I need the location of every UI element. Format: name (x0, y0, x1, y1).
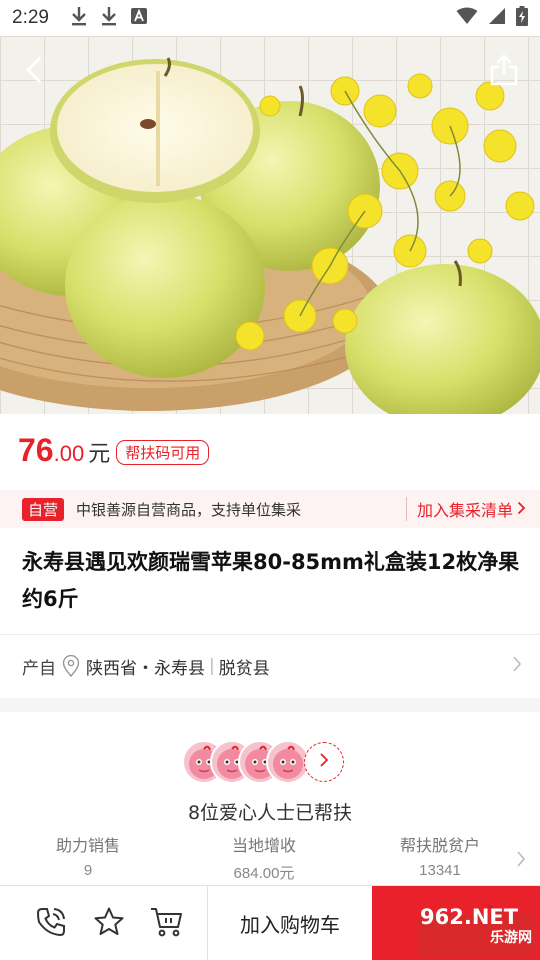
stat-label: 帮扶脱贫户 (399, 836, 480, 855)
self-operated-notice: 自营 中银善源自营商品，支持单位集采 加入集采清单 (0, 490, 540, 528)
supporter-avatars[interactable] (182, 740, 344, 784)
section-gap (0, 698, 540, 712)
status-bar: 2:29 (0, 0, 540, 36)
origin-label: 产自 (22, 658, 56, 679)
price-unit: 元 (88, 442, 111, 467)
origin-row[interactable]: 产自 陕西省・永寿县 | 脱贫县 (22, 648, 522, 684)
status-time: 2:29 (12, 7, 49, 28)
apples-illustration (0, 36, 540, 414)
system-icons (456, 6, 528, 30)
product-detail-page: 2:29 76 .00 元 帮扶码可用 自营 中银善源自营商品，支持单位集采 加… (0, 0, 540, 960)
price-integer: 76 (18, 432, 54, 468)
add-to-cart-button[interactable]: 加入购物车 (208, 886, 372, 960)
stat-value: 13341 (419, 862, 461, 879)
battery-charging-icon (516, 6, 528, 30)
chevron-right-icon (512, 655, 522, 678)
bottom-icon-group (0, 886, 208, 960)
self-operated-tag: 自营 (22, 497, 65, 521)
watermark-text: 962.NET 乐游网 (420, 905, 538, 947)
font-app-icon (130, 8, 147, 28)
download-icon (101, 6, 117, 30)
favorite-star-icon (93, 906, 125, 942)
stat-households: 帮扶脱贫户 13341 (352, 832, 528, 883)
stat-income: 当地增收 684.00元 (176, 832, 352, 883)
notification-icons (71, 6, 147, 30)
customer-service-button[interactable] (22, 886, 80, 960)
notice-text: 中银善源自营商品，支持单位集采 (76, 500, 302, 519)
wifi-icon (456, 7, 478, 29)
price-decimal: .00 (53, 441, 85, 466)
location-pin-icon (62, 655, 80, 677)
origin-tag: 脱贫县 (218, 658, 270, 679)
stat-value: 9 (83, 862, 93, 879)
supporters-section: 8位爱心人士已帮扶 助力销售 9 当地增收 684.00元 帮扶脱贫户 1334… (0, 712, 540, 884)
back-button[interactable] (12, 50, 56, 94)
signal-icon (488, 7, 506, 29)
chevron-right-icon (517, 500, 526, 519)
origin-location: 陕西省・永寿县 (86, 658, 205, 679)
shopping-cart-button[interactable] (138, 886, 196, 960)
share-button[interactable] (482, 50, 526, 94)
supporters-count: 8位爱心人士已帮扶 (187, 802, 353, 824)
watermark-line-1: 962.NET (420, 905, 519, 929)
coupon-badge: 帮扶码可用 (116, 440, 210, 465)
stat-label: 当地增收 (231, 836, 296, 855)
add-to-bulk-list-link[interactable]: 加入集采清单 (405, 497, 526, 521)
shopping-cart-icon (150, 906, 184, 942)
product-title: 永寿县遇见欢颜瑞雪苹果80-85mm礼盒装12枚净果约6斤 (22, 550, 520, 611)
chevron-right-icon (319, 752, 329, 772)
favorite-button[interactable] (80, 886, 138, 960)
stat-value: 684.00元 (233, 865, 295, 882)
download-icon (71, 6, 87, 30)
origin-separator: | (209, 656, 215, 676)
product-hero-image[interactable] (0, 36, 540, 414)
back-arrow-icon (24, 55, 44, 89)
share-icon (490, 54, 518, 90)
watermark-line-2: 乐游网 (490, 930, 532, 946)
divider (0, 634, 540, 635)
impact-stats[interactable]: 助力销售 9 当地增收 684.00元 帮扶脱贫户 13341 (0, 832, 540, 883)
add-to-bulk-list-label: 加入集采清单 (416, 501, 513, 520)
chevron-right-icon (516, 850, 526, 872)
more-supporters-button[interactable] (304, 742, 344, 782)
price-row: 76 .00 元 帮扶码可用 (18, 432, 210, 469)
stat-label: 助力销售 (55, 836, 120, 855)
customer-service-phone-icon (35, 906, 67, 942)
stat-sales: 助力销售 9 (0, 832, 176, 883)
